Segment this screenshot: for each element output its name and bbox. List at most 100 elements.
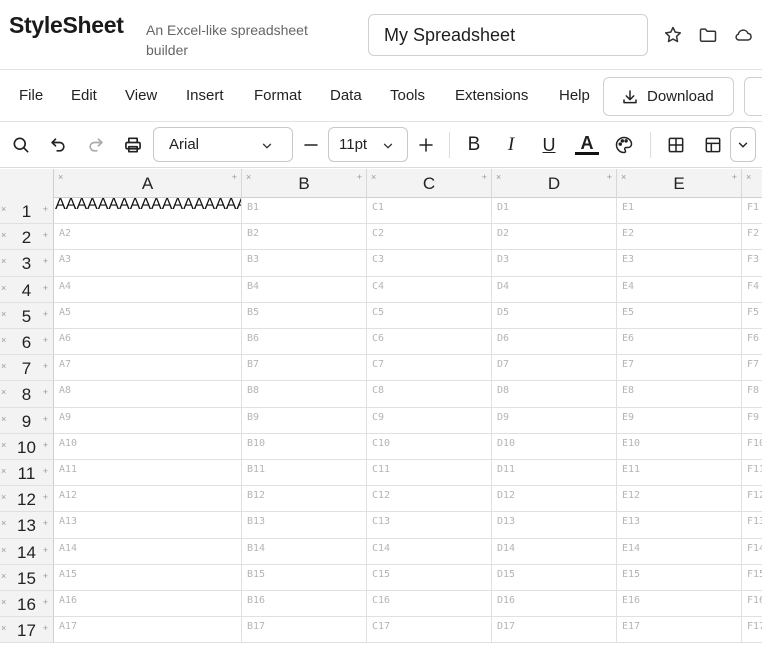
text-color-button[interactable]: A <box>575 133 599 155</box>
cell-c9[interactable]: C9 <box>367 407 492 434</box>
remove-row-icon[interactable]: × <box>1 336 6 345</box>
cell-f8[interactable]: F8 <box>742 381 762 408</box>
column-header-e[interactable]: × E + <box>617 169 742 198</box>
cell-c16[interactable]: C16 <box>367 591 492 618</box>
row-header-7[interactable]: × 7 + <box>0 355 54 382</box>
remove-row-icon[interactable]: × <box>1 493 6 502</box>
row-header-10[interactable]: × 10 + <box>0 433 54 460</box>
cell-a8[interactable]: A8 <box>54 381 242 408</box>
cell-b9[interactable]: B9 <box>242 407 367 434</box>
table-layout-icon[interactable] <box>701 133 725 157</box>
decrease-font-size-button[interactable] <box>299 133 323 157</box>
cell-c14[interactable]: C14 <box>367 538 492 565</box>
cell-d6[interactable]: D6 <box>492 329 617 356</box>
cell-e14[interactable]: E14 <box>617 538 742 565</box>
menu-insert[interactable]: Insert <box>186 87 224 104</box>
add-column-icon[interactable]: + <box>607 173 612 182</box>
add-row-icon[interactable]: + <box>43 414 48 424</box>
add-row-icon[interactable]: + <box>43 336 48 345</box>
cell-e8[interactable]: E8 <box>617 381 742 408</box>
cell-d4[interactable]: D4 <box>492 276 617 303</box>
remove-column-icon[interactable]: × <box>371 173 376 182</box>
bold-button[interactable]: B <box>462 133 486 157</box>
cell-d7[interactable]: D7 <box>492 355 617 382</box>
row-header-13[interactable]: × 13 + <box>0 512 54 539</box>
cell-f5[interactable]: F5 <box>742 303 762 329</box>
palette-icon[interactable] <box>612 133 636 157</box>
cell-b16[interactable]: B16 <box>242 591 367 618</box>
cell-f4[interactable]: F4 <box>742 277 762 303</box>
add-row-icon[interactable]: + <box>43 231 48 240</box>
cell-a2[interactable]: A2 <box>54 224 242 251</box>
cell-e7[interactable]: E7 <box>617 355 742 382</box>
remove-column-icon[interactable]: × <box>58 173 63 182</box>
cell-b10[interactable]: B10 <box>242 433 367 460</box>
add-row-icon[interactable]: + <box>43 467 48 476</box>
add-row-icon[interactable]: + <box>43 545 48 555</box>
cell-a7[interactable]: A7 <box>54 355 242 382</box>
row-header-9[interactable]: × 9 + <box>0 407 54 434</box>
cell-f14[interactable]: F14 <box>742 539 762 565</box>
cell-a4[interactable]: A4 <box>54 276 242 303</box>
cell-f7[interactable]: F7 <box>742 355 762 382</box>
cell-b12[interactable]: B12 <box>242 486 367 513</box>
remove-column-icon[interactable]: × <box>746 173 751 182</box>
cell-c15[interactable]: C15 <box>367 564 492 591</box>
row-header-1[interactable]: × 1 + <box>0 198 54 225</box>
cell-e9[interactable]: E9 <box>617 407 742 434</box>
star-icon[interactable] <box>662 24 684 46</box>
cell-c12[interactable]: C12 <box>367 486 492 513</box>
redo-icon[interactable] <box>84 133 108 157</box>
remove-row-icon[interactable]: × <box>1 545 6 555</box>
more-tools-button[interactable] <box>730 127 756 162</box>
cell-a11[interactable]: A11 <box>54 460 242 487</box>
search-icon[interactable] <box>9 133 33 157</box>
remove-row-icon[interactable]: × <box>1 414 6 424</box>
cell-b17[interactable]: B17 <box>242 617 367 644</box>
cell-d10[interactable]: D10 <box>492 433 617 460</box>
row-header-2[interactable]: × 2 + <box>0 224 54 251</box>
cell-e1[interactable]: E1 <box>617 198 742 225</box>
cloud-icon[interactable] <box>732 24 754 46</box>
add-row-icon[interactable]: + <box>43 571 48 581</box>
remove-row-icon[interactable]: × <box>1 440 6 450</box>
cell-c4[interactable]: C4 <box>367 276 492 303</box>
remove-row-icon[interactable]: × <box>1 257 6 266</box>
cell-c3[interactable]: C3 <box>367 250 492 277</box>
borders-icon[interactable] <box>664 133 688 157</box>
row-header-5[interactable]: × 5 + <box>0 302 54 329</box>
row-header-4[interactable]: × 4 + <box>0 276 54 303</box>
add-column-icon[interactable]: + <box>732 173 737 182</box>
add-column-icon[interactable]: + <box>482 173 487 182</box>
remove-row-icon[interactable]: × <box>1 624 6 633</box>
font-family-select[interactable]: Arial <box>153 127 293 162</box>
overflow-button[interactable] <box>744 77 762 116</box>
cell-b11[interactable]: B11 <box>242 460 367 487</box>
cell-d1[interactable]: D1 <box>492 198 617 225</box>
cell-e11[interactable]: E11 <box>617 460 742 487</box>
menu-extensions[interactable]: Extensions <box>455 87 528 104</box>
remove-row-icon[interactable]: × <box>1 388 6 397</box>
cell-d17[interactable]: D17 <box>492 617 617 644</box>
add-row-icon[interactable]: + <box>43 362 48 371</box>
column-header-f[interactable]: ×F+ <box>742 169 762 198</box>
cell-a12[interactable]: A12 <box>54 486 242 513</box>
cell-c8[interactable]: C8 <box>367 381 492 408</box>
row-header-17[interactable]: × 17 + <box>0 617 54 644</box>
remove-row-icon[interactable]: × <box>1 231 6 240</box>
cell-a1[interactable]: AAAAAAAAAAAAAAAAAAAAAAAAAAAAAAAA <box>54 198 242 225</box>
cell-a10[interactable]: A10 <box>54 433 242 460</box>
cell-e12[interactable]: E12 <box>617 486 742 513</box>
cell-d8[interactable]: D8 <box>492 381 617 408</box>
row-header-6[interactable]: × 6 + <box>0 329 54 356</box>
cell-b2[interactable]: B2 <box>242 224 367 251</box>
cell-a9[interactable]: A9 <box>54 407 242 434</box>
cell-e2[interactable]: E2 <box>617 224 742 251</box>
italic-button[interactable]: I <box>499 133 523 157</box>
column-header-b[interactable]: × B + <box>242 169 367 198</box>
cell-e15[interactable]: E15 <box>617 564 742 591</box>
add-row-icon[interactable]: + <box>43 624 48 633</box>
cell-e16[interactable]: E16 <box>617 591 742 618</box>
cell-f1[interactable]: F1 <box>742 198 762 225</box>
cell-a6[interactable]: A6 <box>54 329 242 356</box>
